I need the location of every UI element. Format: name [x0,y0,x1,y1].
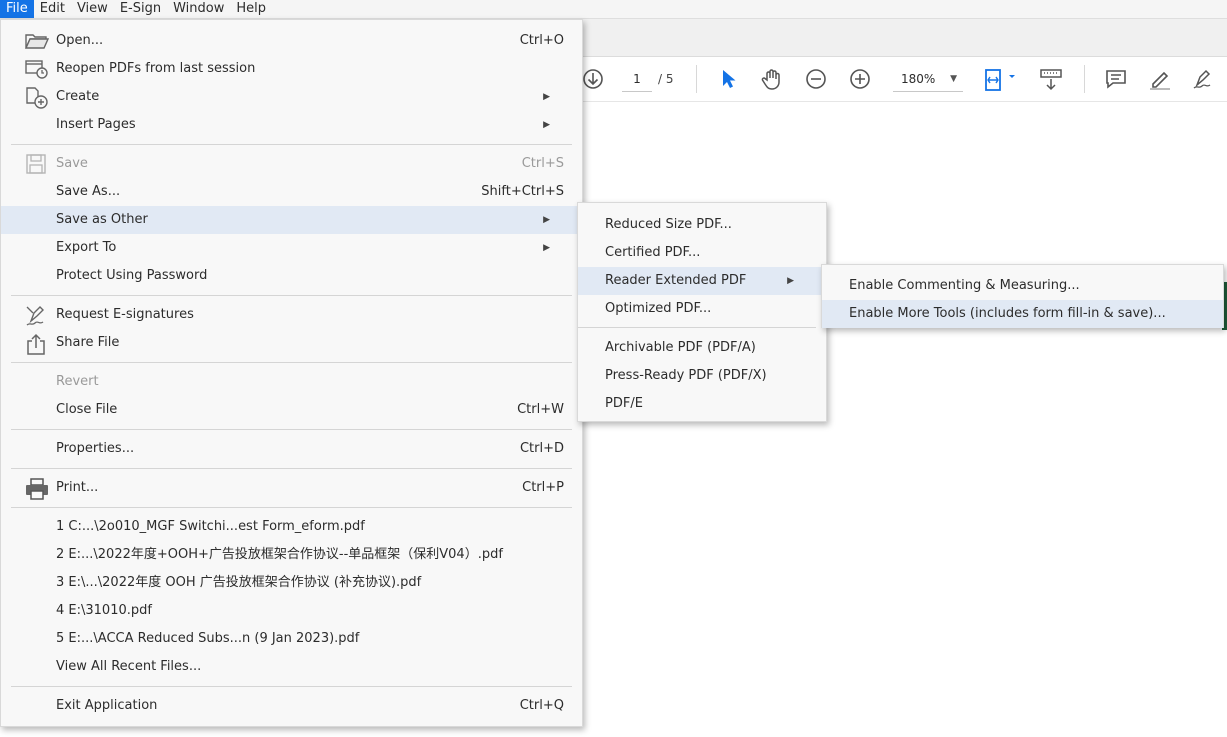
create-icon [25,87,49,109]
toolbar-divider [696,65,697,93]
page-down-icon[interactable] [580,67,606,91]
menu-separator [11,468,572,469]
reopen-icon [25,59,49,79]
file-menu: Open... Ctrl+O Reopen PDFs from last ses… [0,19,583,727]
submenu-arrow-icon: ▶ [543,92,550,102]
menu-item-save-as-other[interactable]: Save as Other ▶ [1,206,582,234]
menu-item-certified-pdf[interactable]: Certified PDF... [578,239,826,267]
menu-window[interactable]: Window [167,0,230,18]
menu-item-archivable-pdf[interactable]: Archivable PDF (PDF/A) [578,334,826,362]
save-icon [25,154,49,174]
menu-item-pdf-e[interactable]: PDF/E [578,390,826,418]
menu-esign[interactable]: E-Sign [114,0,167,18]
sign-icon[interactable] [1190,66,1216,92]
esign-icon [25,305,49,326]
recent-file-item[interactable]: 4 E:\31010.pdf [1,597,582,625]
menu-item-protect[interactable]: Protect Using Password [1,262,582,290]
comment-icon[interactable] [1104,67,1128,91]
open-folder-icon [24,31,50,51]
menu-edit[interactable]: Edit [34,0,71,18]
toolbar-divider [1084,65,1085,93]
submenu-arrow-icon: ▶ [787,276,794,286]
recent-file-item[interactable]: 2 E:...\2022年度+OOH+广告投放框架合作协议--单品框架（保利V0… [1,541,582,569]
submenu-arrow-icon: ▶ [543,120,550,130]
select-arrow-icon[interactable] [717,67,739,91]
recent-file-item[interactable]: 3 E:\...\2022年度 OOH 广告投放框架合作协议 (补充协议).pd… [1,569,582,597]
menu-separator [11,362,572,363]
menu-separator [11,144,572,145]
menu-item-save[interactable]: Save Ctrl+S [1,150,582,178]
menu-help[interactable]: Help [230,0,272,18]
menu-view[interactable]: View [71,0,114,18]
submenu-arrow-icon: ▶ [543,215,550,225]
zoom-select[interactable]: 180% ▼ [893,67,963,92]
fit-page-icon[interactable] [982,66,1018,94]
menu-item-optimized-pdf[interactable]: Optimized PDF... [578,295,826,323]
page-total: / 5 [658,72,674,86]
menu-item-close-file[interactable]: Close File Ctrl+W [1,396,582,424]
menu-item-properties[interactable]: Properties... Ctrl+D [1,435,582,463]
page-number-input[interactable]: 1 [622,67,652,92]
scroll-mode-icon[interactable] [1038,66,1064,94]
save-as-other-submenu: Reduced Size PDF... Certified PDF... Rea… [577,202,827,422]
menu-item-press-ready-pdf[interactable]: Press-Ready PDF (PDF/X) [578,362,826,390]
menu-file[interactable]: File [0,0,34,18]
menu-item-view-all-recent[interactable]: View All Recent Files... [1,653,582,681]
chevron-down-icon: ▼ [950,74,957,84]
zoom-out-icon[interactable] [804,67,828,91]
menu-item-reopen[interactable]: Reopen PDFs from last session [1,55,582,83]
menu-item-open[interactable]: Open... Ctrl+O [1,27,582,55]
printer-icon [25,478,49,500]
menu-item-export-to[interactable]: Export To ▶ [1,234,582,262]
zoom-in-icon[interactable] [848,67,872,91]
menu-item-print[interactable]: Print... Ctrl+P [1,474,582,502]
menu-item-share-file[interactable]: Share File [1,329,582,357]
menu-item-reduced-size-pdf[interactable]: Reduced Size PDF... [578,211,826,239]
menu-item-insert-pages[interactable]: Insert Pages ▶ [1,111,582,139]
menu-item-enable-commenting[interactable]: Enable Commenting & Measuring... [822,272,1223,300]
menu-separator [11,429,572,430]
menu-item-reader-extended-pdf[interactable]: Reader Extended PDF ▶ [578,267,826,295]
recent-file-item[interactable]: 5 E:...\ACCA Reduced Subs...n (9 Jan 202… [1,625,582,653]
hand-tool-icon[interactable] [759,66,785,92]
menubar: File Edit View E-Sign Window Help [0,0,1227,19]
menu-item-save-as[interactable]: Save As... Shift+Ctrl+S [1,178,582,206]
menu-separator [11,507,572,508]
menu-item-exit[interactable]: Exit Application Ctrl+Q [1,692,582,720]
submenu-arrow-icon: ▶ [543,243,550,253]
menu-separator [11,295,572,296]
highlight-icon[interactable] [1147,66,1173,92]
zoom-value: 180% [901,72,936,86]
menu-item-create[interactable]: Create ▶ [1,83,582,111]
menu-separator [578,327,816,328]
reader-extended-submenu: Enable Commenting & Measuring... Enable … [821,264,1224,328]
menu-item-revert[interactable]: Revert [1,368,582,396]
share-icon [25,333,49,355]
menu-item-request-esignatures[interactable]: Request E-signatures [1,301,582,329]
menu-item-enable-more-tools[interactable]: Enable More Tools (includes form fill-in… [822,300,1223,328]
menu-separator [11,686,572,687]
recent-file-item[interactable]: 1 C:...\2o010_MGF Switchi...est Form_efo… [1,513,582,541]
